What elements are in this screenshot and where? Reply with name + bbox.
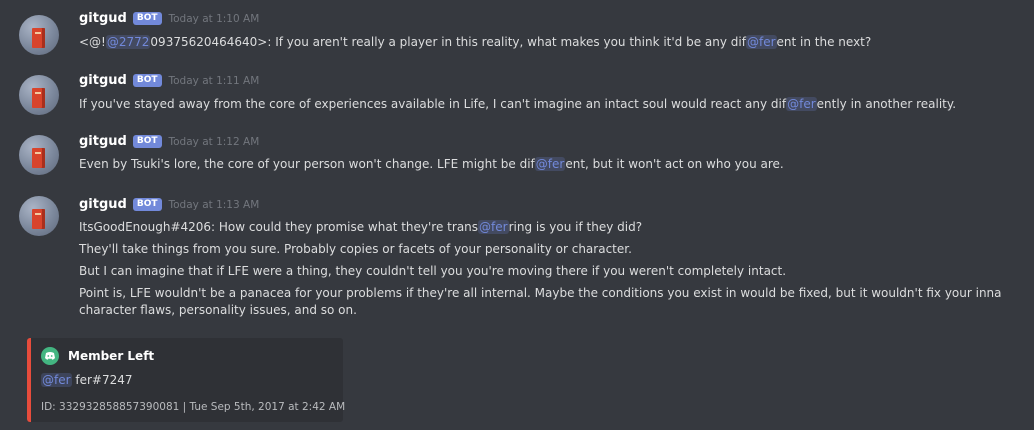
text-segment: Point is, LFE wouldn't be a panacea for … [79,286,1002,300]
text-segment: ent in the next? [776,35,872,49]
username[interactable]: gitgud [79,72,127,90]
embed-footer: ID: 332932858857390081 | Tue Sep 5th, 20… [41,401,346,413]
text-segment: ring is you if they did? [508,220,643,234]
avatar[interactable] [19,196,59,236]
user-mention[interactable]: @fer [41,373,72,387]
timestamp[interactable]: Today at 1:10 AM [169,10,260,28]
bot-tag: BOT [132,198,162,211]
message-line: If you've stayed away from the core of e… [79,94,956,114]
user-mention[interactable]: @fer [745,35,777,49]
avatar-book-icon [32,209,45,229]
text-segment: But I can imagine that if LFE were a thi… [79,264,787,278]
user-mention[interactable]: @2772 [105,35,151,49]
message-line: character flaws, personality issues, and… [79,300,357,320]
avatar[interactable] [19,75,59,115]
text-segment: ent, but it won't act on who you are. [565,157,784,171]
timestamp[interactable]: Today at 1:11 AM [169,72,260,90]
bot-tag: BOT [132,74,162,87]
message-header: gitgud BOT Today at 1:10 AM [79,10,259,28]
user-mention[interactable]: @fer [534,157,566,171]
avatar-book-icon [32,88,45,108]
text-segment: They'll take things from you sure. Proba… [79,242,632,256]
embed-author: Member Left [41,347,154,365]
avatar[interactable] [19,15,59,55]
discord-logo-icon [41,347,59,365]
chat-messages: gitgud BOT Today at 1:10 AM <@!@2772093756… [0,0,1034,430]
embed-description: @fer fer#7247 [41,371,133,389]
message-header: gitgud BOT Today at 1:13 AM [79,196,259,214]
message-line: Even by Tsuki's lore, the core of your p… [79,154,784,174]
message-line: They'll take things from you sure. Proba… [79,239,632,259]
avatar[interactable] [19,135,59,175]
timestamp[interactable]: Today at 1:12 AM [169,133,260,151]
user-mention[interactable]: @fer [478,220,509,234]
message-line: ItsGoodEnough#4206: How could they promi… [79,217,642,237]
text-segment: <@! [79,35,106,49]
message-line: <@!@277209375620464640>: If you aren't r… [79,32,871,52]
text-segment: 09375620464640>: If you aren't really a … [150,35,746,49]
bot-tag: BOT [132,135,162,148]
text-segment: ItsGoodEnough#4206: How could they promi… [79,220,479,234]
avatar-book-icon [32,28,45,48]
message-header: gitgud BOT Today at 1:12 AM [79,133,259,151]
message-header: gitgud BOT Today at 1:11 AM [79,72,259,90]
username[interactable]: gitgud [79,196,127,214]
timestamp[interactable]: Today at 1:13 AM [169,196,260,214]
username[interactable]: gitgud [79,133,127,151]
text-segment: Even by Tsuki's lore, the core of your p… [79,157,535,171]
username[interactable]: gitgud [79,10,127,28]
user-mention[interactable]: @fer [786,97,817,111]
text-segment: character flaws, personality issues, and… [79,303,357,317]
message-line: But I can imagine that if LFE were a thi… [79,261,786,281]
text-segment: ently in another reality. [816,97,957,111]
bot-tag: BOT [132,12,162,25]
embed-author-name: Member Left [68,349,155,363]
text-segment: If you've stayed away from the core of e… [79,97,787,111]
embed-user-tag: fer#7247 [71,373,133,387]
avatar-book-icon [32,148,45,168]
member-left-embed: Member Left @fer fer#7247 ID: 3329328588… [27,338,346,422]
